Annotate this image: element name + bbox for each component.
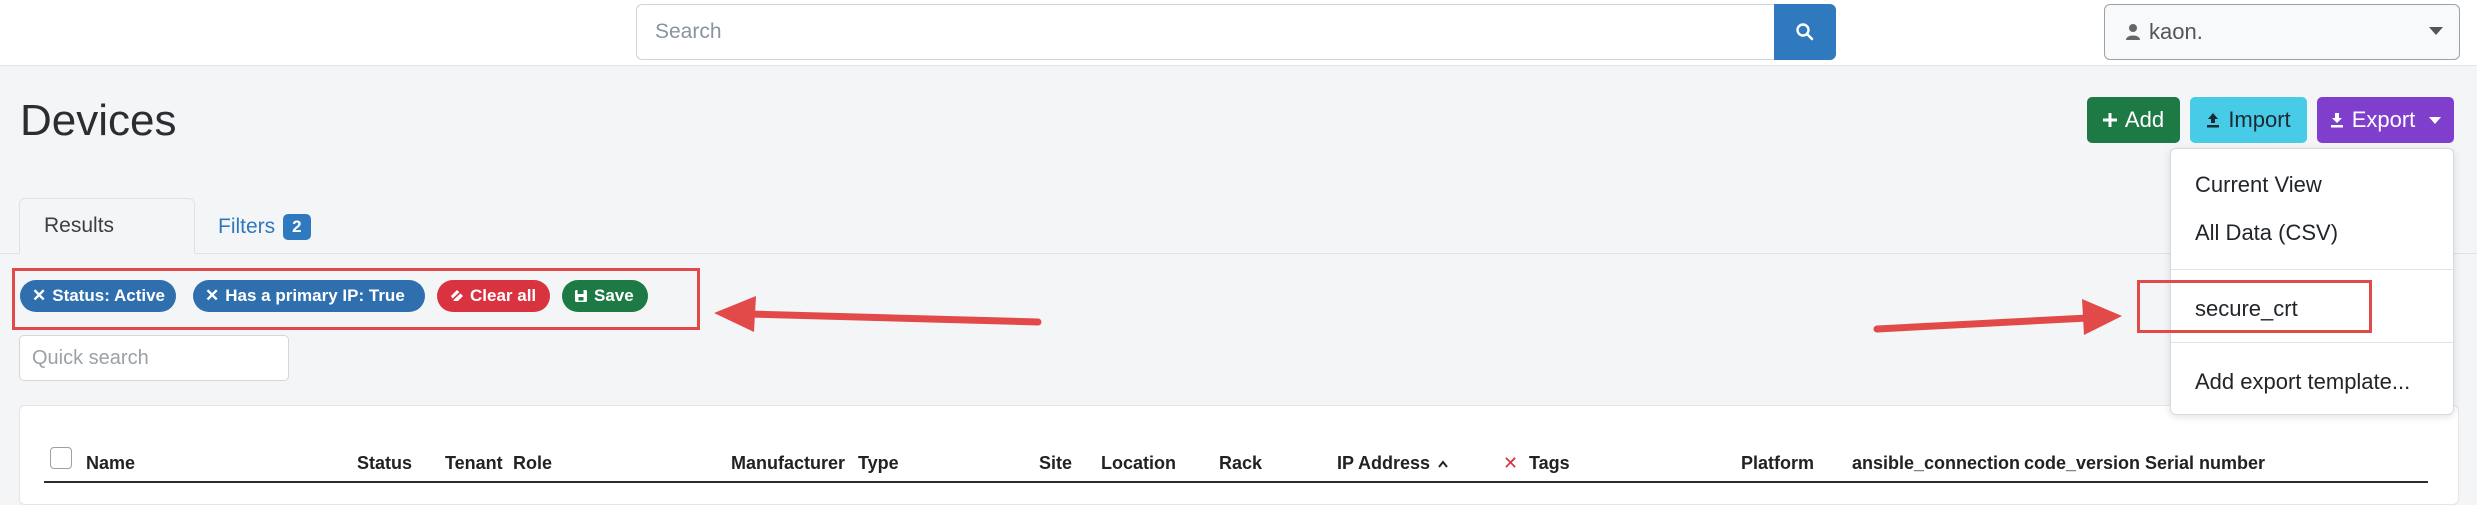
annotation-arrow-left	[714, 296, 1042, 332]
annotation-arrow-right	[1873, 299, 2122, 335]
annotation-arrows	[714, 296, 2122, 335]
